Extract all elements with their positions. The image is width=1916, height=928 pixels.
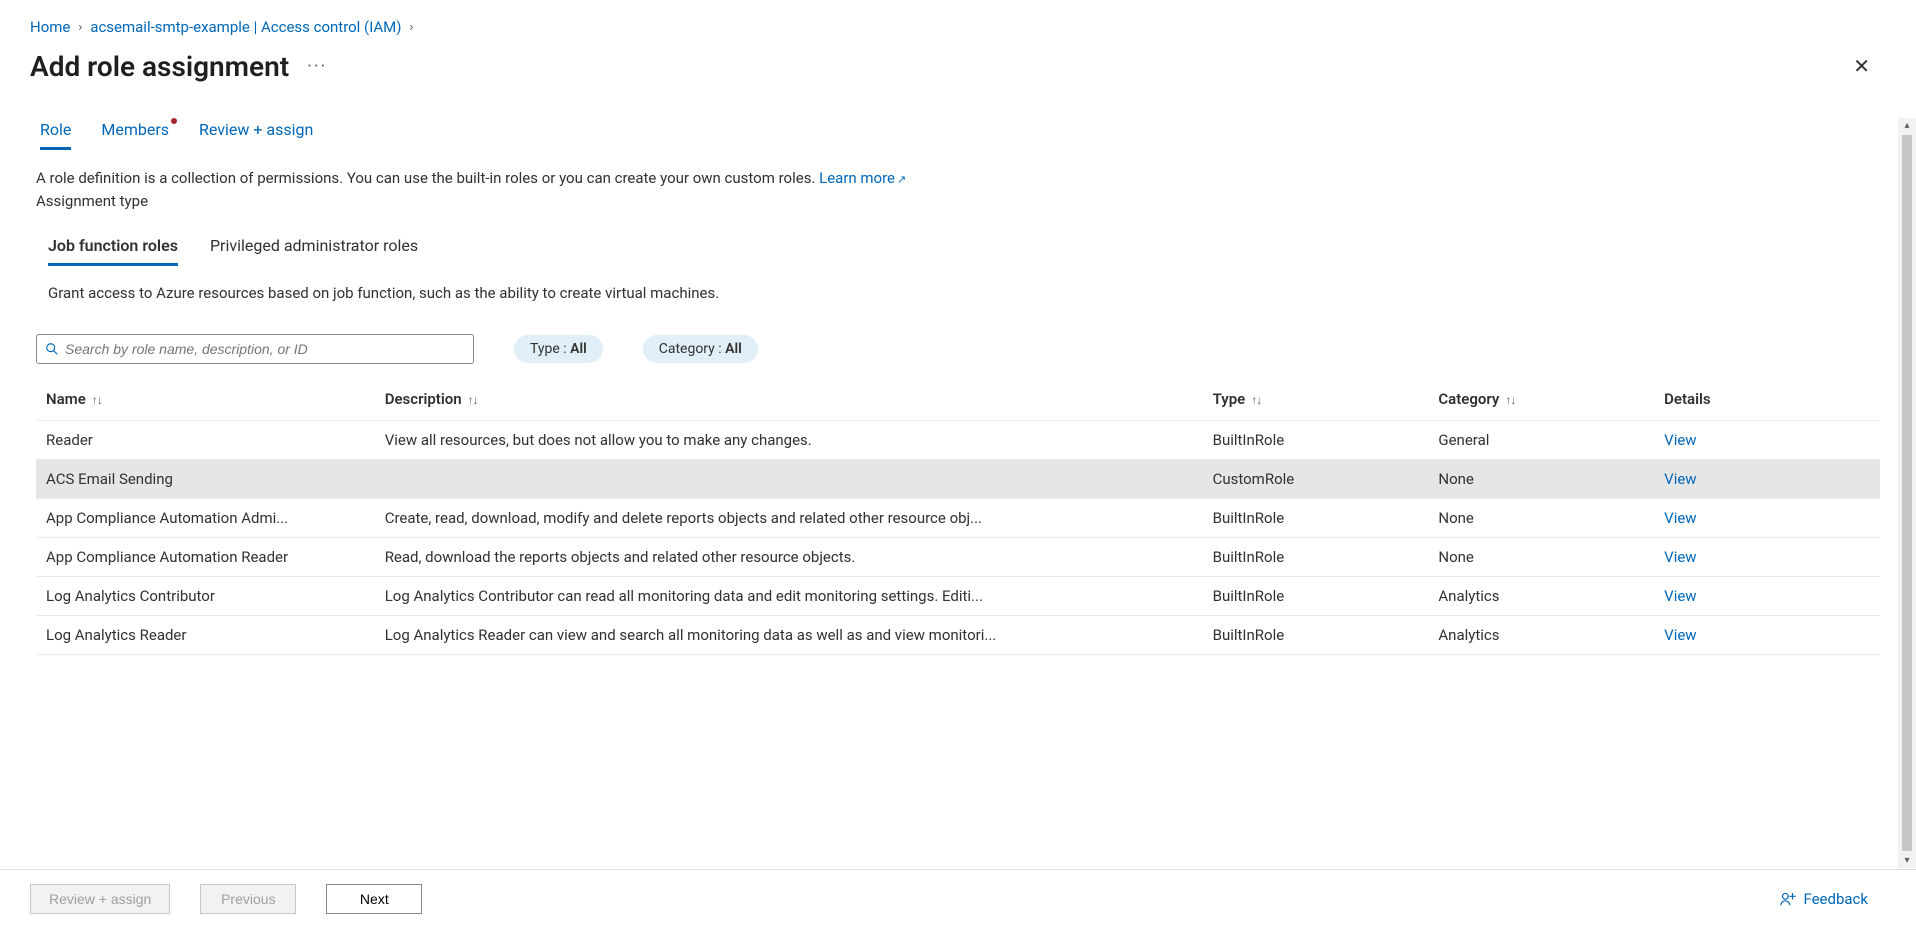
- table-row[interactable]: ReaderView all resources, but does not a…: [36, 420, 1880, 459]
- tab-members-label: Members: [101, 120, 169, 139]
- role-name-cell: Log Analytics Reader: [36, 615, 375, 654]
- sort-icon: ↑↓: [92, 393, 102, 407]
- learn-more-label: Learn more: [819, 169, 895, 187]
- role-description-cell: [375, 459, 1203, 498]
- sort-icon: ↑↓: [468, 393, 478, 407]
- filter-category-label: Category :: [659, 341, 725, 357]
- scroll-down-icon[interactable]: ▾: [1904, 855, 1909, 866]
- table-row[interactable]: App Compliance Automation ReaderRead, do…: [36, 537, 1880, 576]
- wizard-footer: Review + assign Previous Next Feedback: [0, 869, 1916, 928]
- col-header-category[interactable]: Category↑↓: [1428, 378, 1654, 421]
- feedback-label: Feedback: [1803, 890, 1868, 908]
- search-input-wrapper[interactable]: [36, 334, 474, 364]
- chevron-right-icon: ›: [78, 20, 82, 35]
- role-type-cell: BuiltInRole: [1203, 576, 1429, 615]
- role-name-cell: App Compliance Automation Admi...: [36, 498, 375, 537]
- role-details-cell: View: [1654, 537, 1880, 576]
- role-name-cell: Reader: [36, 420, 375, 459]
- view-link[interactable]: View: [1664, 470, 1696, 488]
- previous-button: Previous: [200, 884, 296, 914]
- review-assign-button: Review + assign: [30, 884, 170, 914]
- role-type-cell: BuiltInRole: [1203, 537, 1429, 576]
- role-details-cell: View: [1654, 576, 1880, 615]
- chevron-right-icon: ›: [410, 20, 414, 35]
- view-link[interactable]: View: [1664, 548, 1696, 566]
- filter-type-pill[interactable]: Type : All: [514, 335, 603, 363]
- role-type-cell: BuiltInRole: [1203, 498, 1429, 537]
- help-line: A role definition is a collection of per…: [36, 169, 819, 187]
- role-description-cell: Create, read, download, modify and delet…: [375, 498, 1203, 537]
- table-row[interactable]: Log Analytics ReaderLog Analytics Reader…: [36, 615, 1880, 654]
- external-link-icon: ↗: [897, 173, 906, 186]
- role-name-cell: App Compliance Automation Reader: [36, 537, 375, 576]
- close-icon[interactable]: ✕: [1847, 48, 1876, 84]
- sort-icon: ↑↓: [1505, 393, 1515, 407]
- table-row[interactable]: Log Analytics ContributorLog Analytics C…: [36, 576, 1880, 615]
- role-category-cell: None: [1428, 459, 1654, 498]
- role-details-cell: View: [1654, 459, 1880, 498]
- subtab-job-function[interactable]: Job function roles: [48, 236, 178, 266]
- role-description-cell: Log Analytics Reader can view and search…: [375, 615, 1203, 654]
- scroll-thumb[interactable]: [1902, 135, 1912, 851]
- role-type-cell: BuiltInRole: [1203, 615, 1429, 654]
- roles-table: Name↑↓ Description↑↓ Type↑↓ Category↑↓ D…: [36, 378, 1880, 655]
- filter-category-pill[interactable]: Category : All: [643, 335, 758, 363]
- table-row[interactable]: ACS Email Sending CustomRoleNone View: [36, 459, 1880, 498]
- role-description-cell: View all resources, but does not allow y…: [375, 420, 1203, 459]
- role-type-cell: CustomRole: [1203, 459, 1429, 498]
- role-description-cell: Read, download the reports objects and r…: [375, 537, 1203, 576]
- view-link[interactable]: View: [1664, 626, 1696, 644]
- scroll-up-icon[interactable]: ▴: [1904, 120, 1909, 131]
- scrollbar[interactable]: ▴ ▾: [1898, 118, 1916, 868]
- breadcrumb-home[interactable]: Home: [30, 18, 70, 36]
- subtab-privileged-admin[interactable]: Privileged administrator roles: [210, 236, 418, 266]
- next-button[interactable]: Next: [326, 884, 422, 914]
- learn-more-link[interactable]: Learn more↗: [819, 169, 906, 187]
- page-title: Add role assignment: [30, 50, 289, 83]
- role-name-cell: Log Analytics Contributor: [36, 576, 375, 615]
- filter-type-value: All: [570, 341, 587, 357]
- role-kind-tabs: Job function roles Privileged administra…: [36, 236, 1880, 266]
- col-header-details: Details: [1654, 378, 1880, 421]
- role-details-cell: View: [1654, 420, 1880, 459]
- filter-row: Type : All Category : All: [36, 334, 1880, 364]
- sort-icon: ↑↓: [1251, 393, 1261, 407]
- search-input[interactable]: [65, 341, 465, 357]
- tab-members[interactable]: Members: [101, 120, 169, 150]
- wizard-tabs: Role Members Review + assign: [36, 104, 1880, 150]
- assignment-type-label: Assignment type: [36, 192, 1880, 210]
- view-link[interactable]: View: [1664, 587, 1696, 605]
- filter-category-value: All: [725, 341, 742, 357]
- role-type-cell: BuiltInRole: [1203, 420, 1429, 459]
- role-details-cell: View: [1654, 615, 1880, 654]
- role-category-cell: Analytics: [1428, 615, 1654, 654]
- breadcrumb-iam[interactable]: acsemail-smtp-example | Access control (…: [90, 18, 401, 36]
- col-header-type[interactable]: Type↑↓: [1203, 378, 1429, 421]
- role-category-cell: General: [1428, 420, 1654, 459]
- table-row[interactable]: App Compliance Automation Admi...Create,…: [36, 498, 1880, 537]
- view-link[interactable]: View: [1664, 509, 1696, 527]
- attention-dot-icon: [171, 118, 177, 124]
- view-link[interactable]: View: [1664, 431, 1696, 449]
- role-description-cell: Log Analytics Contributor can read all m…: [375, 576, 1203, 615]
- feedback-icon: [1779, 890, 1797, 908]
- role-details-cell: View: [1654, 498, 1880, 537]
- role-help-text: A role definition is a collection of per…: [36, 168, 1880, 190]
- col-header-name[interactable]: Name↑↓: [36, 378, 375, 421]
- role-name-cell: ACS Email Sending: [36, 459, 375, 498]
- search-icon: [45, 342, 59, 356]
- role-category-cell: None: [1428, 537, 1654, 576]
- job-function-help: Grant access to Azure resources based on…: [36, 284, 1880, 302]
- tab-review-assign[interactable]: Review + assign: [199, 120, 313, 150]
- tab-role[interactable]: Role: [40, 120, 71, 150]
- col-header-description[interactable]: Description↑↓: [375, 378, 1203, 421]
- more-menu-icon[interactable]: ···: [307, 56, 327, 77]
- breadcrumb: Home › acsemail-smtp-example | Access co…: [0, 0, 1916, 42]
- filter-type-label: Type :: [530, 341, 570, 357]
- feedback-link[interactable]: Feedback: [1779, 890, 1868, 908]
- role-category-cell: None: [1428, 498, 1654, 537]
- role-category-cell: Analytics: [1428, 576, 1654, 615]
